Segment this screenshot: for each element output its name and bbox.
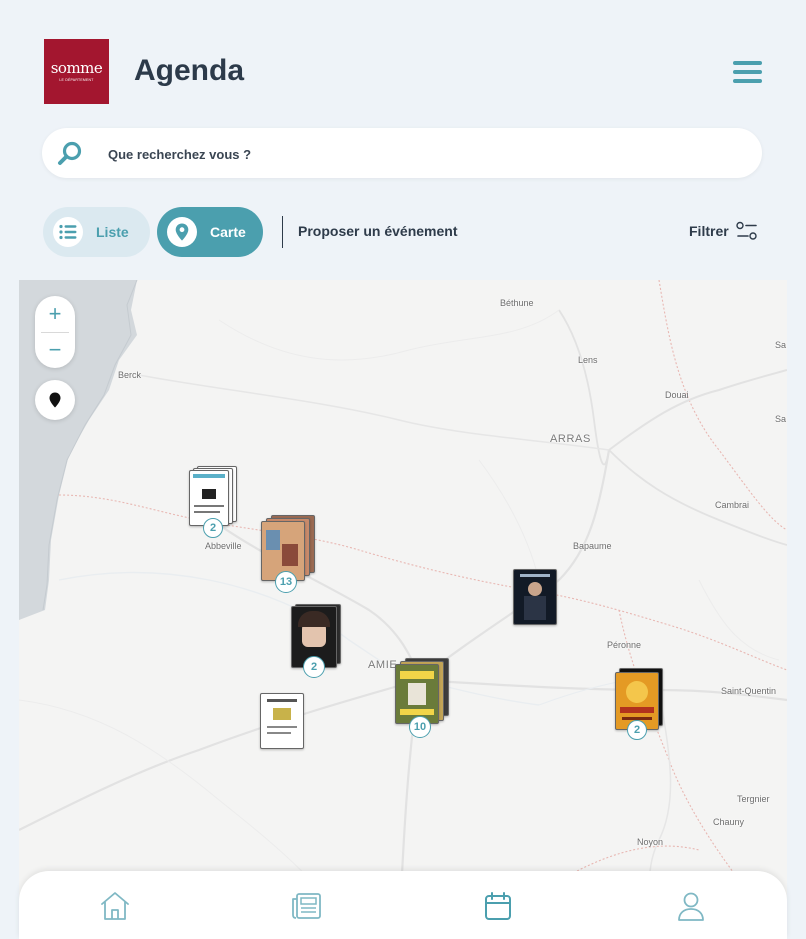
- toolbar-divider: [282, 216, 283, 248]
- place-label: Béthune: [500, 298, 534, 308]
- search-input[interactable]: [106, 138, 730, 170]
- list-icon: [53, 217, 83, 247]
- place-label: Saint-Quentin: [721, 686, 777, 696]
- zoom-in-button[interactable]: +: [35, 296, 75, 332]
- search-bar: [42, 128, 762, 178]
- calendar-icon: [485, 892, 511, 920]
- place-label: Abbeville: [205, 541, 242, 551]
- place-label: Sa: [775, 340, 787, 350]
- logo-subtext: LE DÉPARTEMENT: [59, 78, 94, 82]
- cluster-count: 13: [275, 571, 297, 593]
- filter-label: Filtrer: [689, 223, 729, 239]
- place-label: Bapaume: [573, 541, 612, 551]
- cluster-count: 2: [303, 656, 325, 678]
- event-cluster-marker[interactable]: 13: [261, 515, 317, 593]
- news-icon: [292, 893, 321, 919]
- nav-home[interactable]: [98, 889, 132, 923]
- hamburger-icon[interactable]: [733, 61, 762, 83]
- zoom-out-button[interactable]: −: [35, 332, 75, 368]
- logo-word: somme: [50, 59, 103, 77]
- cluster-count: 2: [203, 518, 223, 538]
- event-marker[interactable]: [260, 693, 304, 749]
- place-label: ARRAS: [550, 433, 591, 445]
- page-title: Agenda: [134, 54, 245, 87]
- nav-agenda[interactable]: [481, 889, 515, 923]
- list-view-label: Liste: [96, 224, 129, 240]
- list-view-button[interactable]: Liste: [43, 207, 150, 257]
- event-cluster-marker[interactable]: 2: [189, 464, 239, 538]
- place-label: Cambrai: [715, 500, 750, 510]
- zoom-controls: + −: [35, 296, 75, 368]
- nav-account[interactable]: [674, 889, 708, 923]
- user-icon: [678, 892, 704, 921]
- locate-button[interactable]: [35, 380, 75, 420]
- home-icon: [101, 892, 129, 920]
- location-pin-icon: [49, 392, 61, 408]
- event-cluster-marker[interactable]: 2: [613, 668, 663, 740]
- brand-logo[interactable]: somme LE DÉPARTEMENT: [44, 39, 109, 104]
- place-label: Tergnier: [737, 794, 770, 804]
- event-marker[interactable]: [513, 569, 559, 627]
- events-map[interactable]: Béthune Sa Berck Lens Douai Sa ARRAS Cam…: [19, 280, 787, 939]
- place-label: Lens: [578, 355, 598, 365]
- cluster-count: 10: [409, 716, 431, 738]
- propose-event-link[interactable]: Proposer un événement: [298, 223, 458, 239]
- place-label: Noyon: [637, 837, 664, 847]
- filter-button[interactable]: Filtrer: [689, 221, 758, 241]
- place-label: Berck: [118, 370, 142, 380]
- search-icon[interactable]: [56, 140, 84, 168]
- place-label: Péronne: [607, 640, 642, 650]
- event-cluster-marker[interactable]: 10: [395, 658, 451, 738]
- cluster-count: 2: [627, 720, 647, 740]
- map-view-button[interactable]: Carte: [157, 207, 263, 257]
- place-label: Sa: [775, 414, 787, 424]
- filter-icon: [735, 221, 757, 240]
- nav-news[interactable]: [289, 889, 323, 923]
- bottom-navigation: [19, 871, 787, 939]
- map-view-label: Carte: [210, 224, 246, 240]
- place-label: Chauny: [713, 817, 745, 827]
- map-pin-icon: [167, 217, 197, 247]
- place-label: AMIE: [368, 659, 398, 671]
- event-cluster-marker[interactable]: 2: [289, 604, 341, 678]
- place-label: Douai: [665, 390, 689, 400]
